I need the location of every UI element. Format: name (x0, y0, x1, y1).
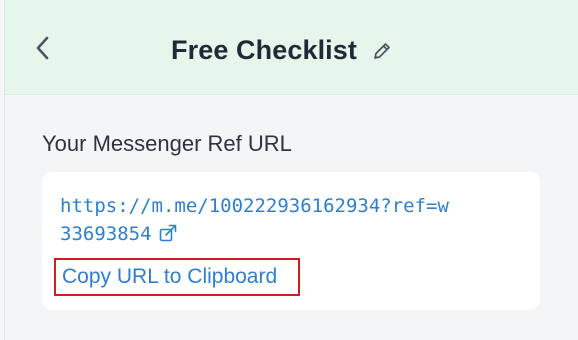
chevron-left-icon (36, 36, 49, 60)
ref-url-text[interactable]: https://m.me/100222936162934?ref=w336938… (60, 195, 449, 245)
pencil-icon (374, 43, 390, 59)
side-panel: Free Checklist Your Messenger Ref URL ht… (4, 0, 578, 340)
edit-title-button[interactable] (371, 40, 393, 62)
messenger-ref-url-link[interactable]: https://m.me/100222936162934?ref=w336938… (60, 192, 460, 248)
title-group: Free Checklist (171, 28, 393, 72)
page-title: Free Checklist (171, 34, 357, 65)
back-button[interactable] (27, 28, 59, 68)
panel-header: Free Checklist (5, 0, 578, 95)
copy-url-highlight: Copy URL to Clipboard (54, 258, 300, 296)
copy-url-button[interactable]: Copy URL to Clipboard (62, 265, 277, 289)
ref-url-card: https://m.me/100222936162934?ref=w336938… (42, 172, 540, 310)
external-link-icon[interactable] (158, 223, 178, 243)
messenger-ref-url-label: Your Messenger Ref URL (42, 131, 292, 156)
